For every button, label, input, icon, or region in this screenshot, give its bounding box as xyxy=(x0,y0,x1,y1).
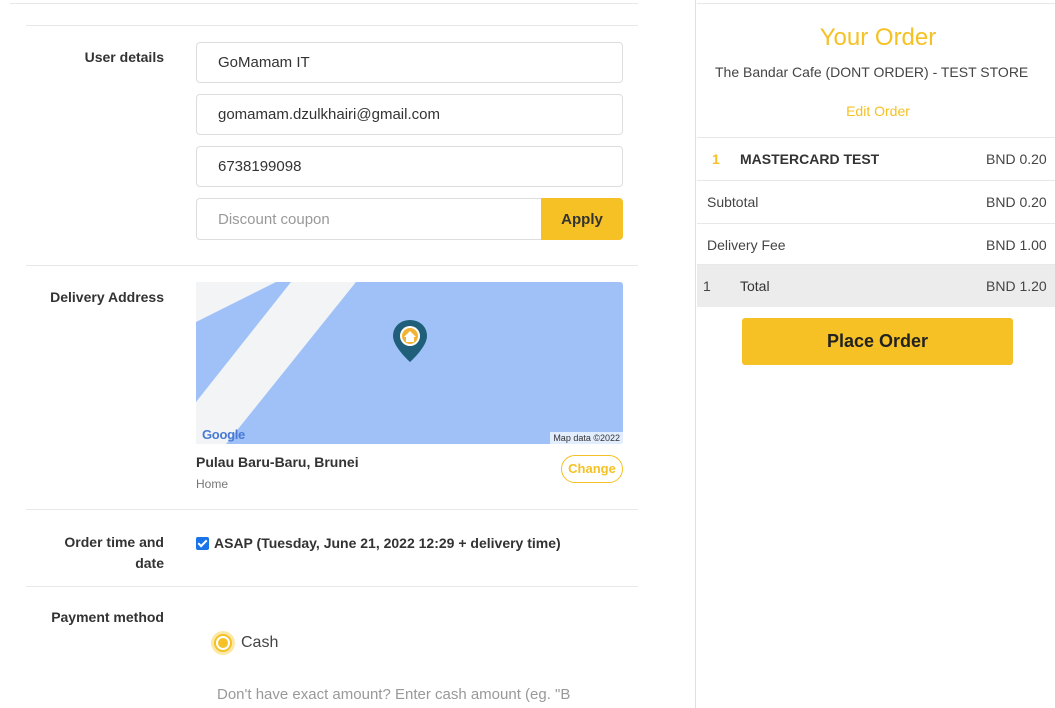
top-divider-right xyxy=(697,3,1055,4)
phone-field[interactable] xyxy=(196,146,623,187)
home-map-pin-icon xyxy=(393,320,427,362)
order-time-label: Order time and date xyxy=(24,532,164,574)
cash-amount-hint[interactable]: Don't have exact amount? Enter cash amou… xyxy=(217,686,570,703)
edit-order-link[interactable]: Edit Order xyxy=(697,103,1055,119)
store-name: The Bandar Cafe (DONT ORDER) - TEST STOR… xyxy=(715,64,1029,80)
cash-label: Cash xyxy=(241,634,279,651)
order-time-label-line2: date xyxy=(135,555,164,571)
delivery-fee-value: BND 1.00 xyxy=(986,237,1047,253)
order-item-row: 1 MASTERCARD TEST BND 0.20 xyxy=(697,137,1055,180)
delivery-fee-label: Delivery Fee xyxy=(707,237,786,253)
user-details-label: User details xyxy=(84,49,164,65)
order-time-label-line1: Order time and xyxy=(64,534,164,550)
google-logo: Google xyxy=(202,427,245,442)
map-data-attribution: Map data ©2022 xyxy=(550,432,623,444)
address-subtitle: Home xyxy=(196,477,229,491)
item-qty: 1 xyxy=(712,151,720,167)
asap-option[interactable]: ASAP (Tuesday, June 21, 2022 12:29 + del… xyxy=(196,535,561,551)
top-divider xyxy=(10,3,638,4)
subtotal-row: Subtotal BND 0.20 xyxy=(697,180,1055,223)
discount-coupon-input[interactable] xyxy=(196,198,542,240)
total-label: Total xyxy=(740,278,770,294)
subtotal-value: BND 0.20 xyxy=(986,194,1047,210)
total-qty: 1 xyxy=(703,278,711,294)
your-order-title: Your Order xyxy=(819,24,937,51)
delivery-address-label: Delivery Address xyxy=(50,289,164,305)
email-field[interactable] xyxy=(196,94,623,135)
change-address-button[interactable]: Change xyxy=(561,455,623,483)
name-field[interactable] xyxy=(196,42,623,83)
cash-option[interactable]: Cash xyxy=(211,631,278,655)
total-value: BND 1.20 xyxy=(986,278,1047,294)
subtotal-label: Subtotal xyxy=(707,194,759,210)
delivery-map[interactable]: Google Map data ©2022 xyxy=(196,282,623,444)
apply-coupon-button[interactable]: Apply xyxy=(541,198,623,240)
section-divider xyxy=(26,586,638,587)
coupon-group: Apply xyxy=(196,198,623,240)
address-title: Pulau Baru-Baru, Brunei xyxy=(196,454,359,470)
delivery-fee-row: Delivery Fee BND 1.00 xyxy=(697,223,1055,266)
column-divider xyxy=(695,0,696,708)
section-divider xyxy=(26,265,638,266)
asap-label: ASAP (Tuesday, June 21, 2022 12:29 + del… xyxy=(214,535,561,551)
section-divider xyxy=(26,25,638,26)
payment-method-label: Payment method xyxy=(51,609,164,625)
radio-selected-icon[interactable] xyxy=(211,631,235,655)
item-price: BND 0.20 xyxy=(986,151,1047,167)
section-divider xyxy=(26,509,638,510)
checkbox-checked-icon[interactable] xyxy=(196,536,209,550)
place-order-button[interactable]: Place Order xyxy=(742,318,1013,365)
item-name: MASTERCARD TEST xyxy=(740,151,880,167)
total-row: 1 Total BND 1.20 xyxy=(697,264,1055,307)
